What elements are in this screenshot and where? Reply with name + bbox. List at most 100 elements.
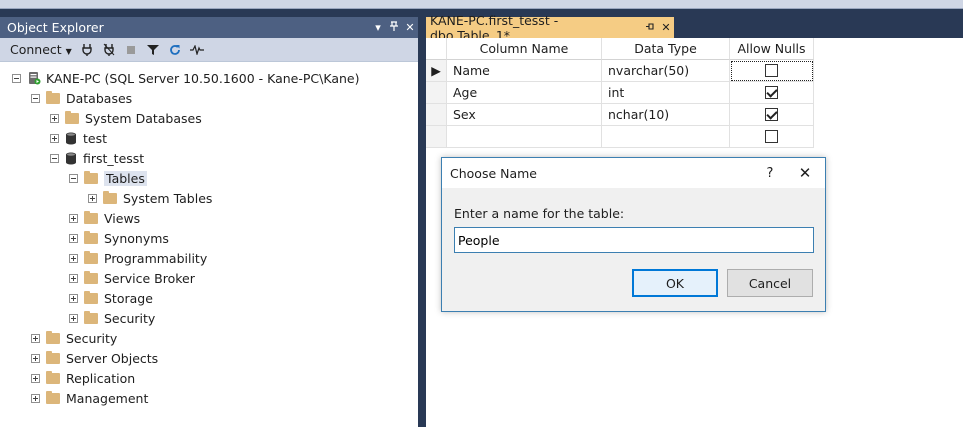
- database-icon: [66, 152, 76, 164]
- tree-node-service-broker[interactable]: Service Broker: [69, 268, 195, 288]
- tree-node-db-test[interactable]: test: [50, 128, 107, 148]
- expand-toggle[interactable]: [88, 193, 97, 203]
- folder-icon: [46, 370, 60, 384]
- object-explorer-titlebar: Object Explorer ▾ ✕: [0, 17, 418, 38]
- tree-node-storage[interactable]: Storage: [69, 288, 153, 308]
- cell-allow-nulls[interactable]: [730, 82, 814, 104]
- tree-label-db-security: Security: [104, 310, 156, 326]
- document-tab[interactable]: KANE-PC.first_tesst - dbo.Table_1* ✕: [426, 13, 674, 43]
- cell-data-type[interactable]: int: [602, 82, 730, 104]
- folder-icon: [84, 170, 98, 184]
- table-row[interactable]: ▶ Name nvarchar(50): [426, 60, 814, 82]
- collapse-toggle[interactable]: [31, 93, 40, 103]
- header-allow-nulls[interactable]: Allow Nulls: [730, 38, 814, 60]
- cell-column-name[interactable]: Name: [447, 60, 602, 82]
- folder-icon: [84, 250, 98, 264]
- expand-toggle[interactable]: [31, 353, 40, 363]
- expand-toggle[interactable]: [31, 393, 40, 403]
- expand-toggle[interactable]: [69, 233, 78, 243]
- server-icon: [29, 72, 41, 85]
- table-name-input[interactable]: [454, 227, 814, 253]
- window-position-icon[interactable]: ▾: [370, 21, 386, 34]
- expand-toggle[interactable]: [31, 373, 40, 383]
- ok-button[interactable]: OK: [632, 269, 718, 297]
- disconnect-icon[interactable]: [102, 43, 116, 57]
- cell-data-type[interactable]: nchar(10): [602, 104, 730, 126]
- tree-label-synonyms: Synonyms: [104, 230, 169, 246]
- top-toolbar-strip: [0, 0, 963, 9]
- table-row[interactable]: Sex nchar(10): [426, 104, 814, 126]
- close-icon[interactable]: ✕: [402, 21, 418, 34]
- cell-column-name[interactable]: Sex: [447, 104, 602, 126]
- expand-toggle[interactable]: [69, 293, 78, 303]
- tree-node-db-first-tesst[interactable]: first_tesst: [50, 148, 144, 168]
- connect-button[interactable]: Connect ▼: [10, 42, 72, 57]
- help-icon[interactable]: ?: [755, 166, 785, 181]
- dialog-close-icon[interactable]: ✕: [785, 164, 825, 182]
- object-explorer-title: Object Explorer: [7, 20, 104, 35]
- expand-toggle[interactable]: [50, 133, 59, 143]
- tree-label-databases: Databases: [66, 90, 133, 106]
- tree-node-replication[interactable]: Replication: [31, 368, 135, 388]
- tree-label-tables: Tables: [104, 170, 147, 186]
- tab-close-icon[interactable]: ✕: [658, 21, 674, 34]
- cell-allow-nulls[interactable]: [730, 60, 814, 82]
- allow-nulls-checkbox[interactable]: [765, 108, 778, 121]
- tree-node-programmability[interactable]: Programmability: [69, 248, 207, 268]
- refresh-icon[interactable]: [168, 43, 182, 57]
- expand-toggle[interactable]: [69, 313, 78, 323]
- collapse-toggle[interactable]: [50, 153, 59, 163]
- tree-node-tables[interactable]: Tables: [69, 168, 147, 188]
- allow-nulls-checkbox[interactable]: [765, 130, 778, 143]
- choose-name-dialog: Choose Name ? ✕ Enter a name for the tab…: [441, 157, 826, 312]
- expand-toggle[interactable]: [31, 333, 40, 343]
- collapse-toggle[interactable]: [69, 173, 78, 183]
- connect-plug-icon[interactable]: [80, 43, 94, 57]
- row-selector[interactable]: [426, 82, 447, 104]
- activity-monitor-icon[interactable]: [189, 43, 204, 57]
- expand-toggle[interactable]: [69, 253, 78, 263]
- tree-node-security[interactable]: Security: [31, 328, 117, 348]
- allow-nulls-checkbox[interactable]: [765, 86, 778, 99]
- chevron-down-icon: ▼: [65, 47, 72, 56]
- tree-node-system-tables[interactable]: System Tables: [88, 188, 212, 208]
- folder-icon: [46, 350, 60, 364]
- row-selector[interactable]: [426, 126, 447, 148]
- tree-node-system-databases[interactable]: System Databases: [50, 108, 202, 128]
- row-selector-icon[interactable]: ▶: [426, 60, 447, 82]
- panel-splitter[interactable]: [418, 17, 426, 427]
- tree-node-databases[interactable]: Databases: [31, 88, 132, 108]
- tree-node-server-objects[interactable]: Server Objects: [31, 348, 158, 368]
- tree-node-views[interactable]: Views: [69, 208, 140, 228]
- expand-toggle[interactable]: [69, 213, 78, 223]
- row-header-corner: [426, 38, 447, 60]
- cell-data-type[interactable]: nvarchar(50): [602, 60, 730, 82]
- header-column-name[interactable]: Column Name: [447, 38, 602, 60]
- row-selector[interactable]: [426, 104, 447, 126]
- expand-toggle[interactable]: [69, 273, 78, 283]
- cell-column-name[interactable]: [447, 126, 602, 148]
- cancel-button[interactable]: Cancel: [727, 269, 813, 297]
- cell-data-type[interactable]: [602, 126, 730, 148]
- object-explorer-panel: Object Explorer ▾ ✕ Connect ▼ KANE-PC (S…: [0, 17, 418, 427]
- stop-icon[interactable]: [124, 43, 138, 57]
- table-row[interactable]: [426, 126, 814, 148]
- tree-node-server[interactable]: KANE-PC (SQL Server 10.50.1600 - Kane-PC…: [12, 68, 359, 88]
- autohide-pin-icon[interactable]: [386, 20, 402, 35]
- header-data-type[interactable]: Data Type: [602, 38, 730, 60]
- filter-icon[interactable]: [146, 43, 160, 57]
- tree-node-synonyms[interactable]: Synonyms: [69, 228, 169, 248]
- cell-allow-nulls[interactable]: [730, 104, 814, 126]
- expand-toggle[interactable]: [50, 113, 59, 123]
- cell-allow-nulls[interactable]: [730, 126, 814, 148]
- collapse-toggle[interactable]: [12, 73, 21, 83]
- tree-label-views: Views: [104, 210, 141, 226]
- tab-pin-icon[interactable]: [642, 21, 658, 34]
- table-row[interactable]: Age int: [426, 82, 814, 104]
- cell-column-name[interactable]: Age: [447, 82, 602, 104]
- tree-label-service-broker: Service Broker: [104, 270, 195, 286]
- tree-label-server: KANE-PC (SQL Server 10.50.1600 - Kane-PC…: [46, 70, 360, 86]
- tree-node-management[interactable]: Management: [31, 388, 148, 408]
- allow-nulls-checkbox[interactable]: [765, 64, 778, 77]
- tree-node-db-security[interactable]: Security: [69, 308, 155, 328]
